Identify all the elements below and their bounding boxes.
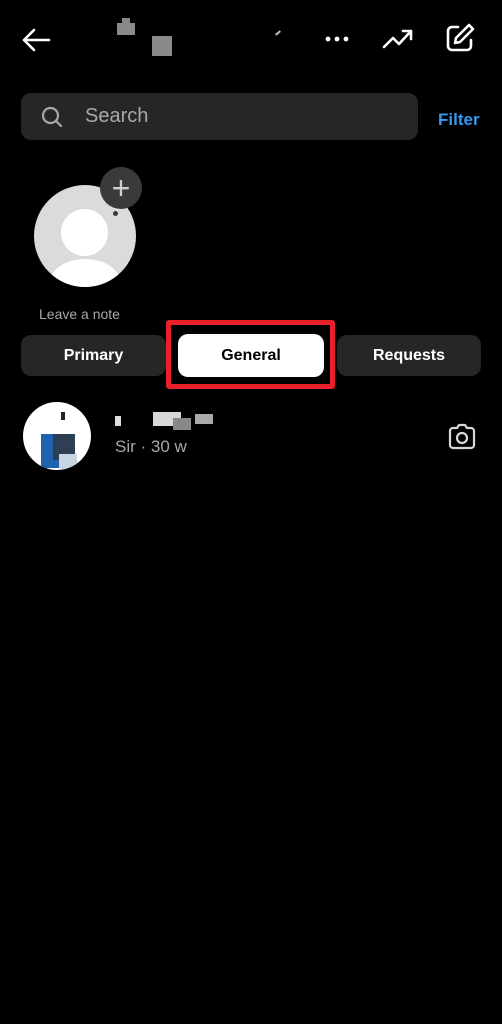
leave-note-label[interactable]: Leave a note <box>39 306 120 322</box>
tab-general[interactable]: General <box>178 334 324 377</box>
redaction <box>117 23 135 35</box>
compose-button[interactable] <box>442 20 478 56</box>
redaction <box>275 30 281 36</box>
arrow-left-icon <box>22 28 51 52</box>
camera-button[interactable] <box>446 421 478 453</box>
plus-icon: + <box>111 170 131 206</box>
search-input[interactable] <box>83 104 387 129</box>
redaction <box>152 36 172 56</box>
filter-button[interactable]: Filter <box>438 110 480 130</box>
insights-button[interactable] <box>380 22 416 56</box>
camera-icon <box>448 423 476 450</box>
search-bar[interactable] <box>21 93 418 140</box>
search-icon <box>41 106 63 127</box>
note-bubble-dot <box>113 211 118 216</box>
trending-up-icon <box>382 29 413 49</box>
thread-list-item[interactable]: Sir · 30 w <box>0 400 502 475</box>
back-button[interactable] <box>18 22 54 58</box>
default-avatar-head <box>61 209 108 256</box>
thread-subtitle: Sir · 30 w <box>115 437 187 456</box>
account-title-redacted[interactable] <box>100 18 300 60</box>
default-avatar-body <box>49 259 121 287</box>
avatar <box>23 402 91 470</box>
tab-requests[interactable]: Requests <box>337 335 481 376</box>
add-note-button[interactable]: + <box>100 167 142 209</box>
more-options-button[interactable] <box>320 24 354 54</box>
more-horizontal-icon <box>325 36 349 42</box>
thread-name-redacted <box>115 412 225 430</box>
edit-square-icon <box>446 23 475 52</box>
tab-primary[interactable]: Primary <box>21 335 166 376</box>
